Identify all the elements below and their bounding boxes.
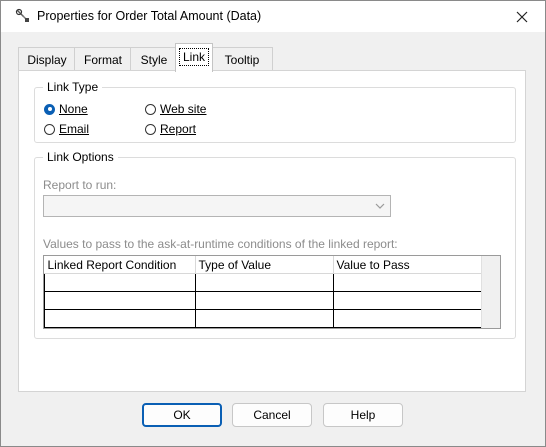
radio-none[interactable]: None bbox=[44, 102, 88, 116]
tab-label: Format bbox=[83, 53, 122, 67]
tab-label: Tooltip bbox=[224, 53, 260, 67]
tab-panel: Link Type None Web site Email Report Lin… bbox=[18, 70, 526, 392]
grid-cell[interactable] bbox=[44, 273, 196, 292]
chevron-down-icon bbox=[375, 203, 385, 209]
tab-tooltip[interactable]: Tooltip bbox=[211, 47, 273, 72]
tab-label: Link bbox=[178, 48, 209, 66]
radio-unchecked-icon bbox=[145, 123, 156, 135]
grid-cell[interactable] bbox=[44, 309, 196, 328]
close-icon bbox=[516, 11, 528, 22]
table-row[interactable] bbox=[44, 291, 483, 310]
grid-header-row: Linked Report Condition Type of Value Va… bbox=[44, 256, 483, 274]
report-to-run-combo[interactable] bbox=[43, 195, 391, 217]
tab-display[interactable]: Display bbox=[18, 47, 76, 72]
window-title: Properties for Order Total Amount (Data) bbox=[37, 9, 262, 23]
radio-label: None bbox=[59, 102, 88, 116]
radio-unchecked-icon bbox=[44, 123, 55, 135]
column-header: Linked Report Condition bbox=[44, 256, 196, 274]
grid-cell[interactable] bbox=[44, 291, 196, 310]
link-type-legend: Link Type bbox=[43, 80, 103, 94]
properties-icon bbox=[15, 8, 31, 24]
link-options-legend: Link Options bbox=[43, 150, 118, 164]
grid-cell[interactable] bbox=[332, 309, 483, 328]
conditions-grid: Linked Report Condition Type of Value Va… bbox=[43, 255, 501, 329]
grid-cell[interactable] bbox=[332, 273, 483, 292]
radio-email[interactable]: Email bbox=[44, 122, 89, 136]
report-to-run-label: Report to run: bbox=[43, 178, 117, 192]
link-type-group: Link Type None Web site Email Report bbox=[34, 80, 516, 143]
radio-report[interactable]: Report bbox=[145, 122, 196, 136]
radio-checked-icon bbox=[44, 103, 55, 115]
column-header: Value to Pass bbox=[333, 256, 483, 274]
grid-cell[interactable] bbox=[194, 273, 334, 292]
column-header: Type of Value bbox=[195, 256, 334, 274]
title-bar: Properties for Order Total Amount (Data) bbox=[1, 1, 545, 32]
table-row[interactable] bbox=[44, 273, 483, 292]
tab-label: Style bbox=[140, 53, 168, 67]
grid-cell[interactable] bbox=[194, 291, 334, 310]
ok-button[interactable]: OK bbox=[142, 403, 222, 427]
values-to-pass-label: Values to pass to the ask-at-runtime con… bbox=[43, 237, 398, 251]
table-row[interactable] bbox=[44, 309, 483, 328]
close-button[interactable] bbox=[499, 1, 545, 32]
radio-unchecked-icon bbox=[145, 103, 156, 115]
cancel-button[interactable]: Cancel bbox=[232, 403, 312, 427]
tab-style[interactable]: Style bbox=[130, 47, 178, 72]
grid-scrollbar[interactable] bbox=[481, 256, 500, 328]
radio-label: Report bbox=[160, 122, 197, 136]
grid-cell[interactable] bbox=[332, 291, 483, 310]
radio-web-site[interactable]: Web site bbox=[145, 102, 206, 116]
tab-format[interactable]: Format bbox=[74, 47, 132, 72]
radio-label: Email bbox=[59, 122, 90, 136]
properties-dialog: Properties for Order Total Amount (Data)… bbox=[0, 0, 546, 447]
grid-cell[interactable] bbox=[194, 309, 334, 328]
help-button[interactable]: Help bbox=[323, 403, 403, 427]
radio-label: Web site bbox=[160, 102, 207, 116]
tab-label: Display bbox=[27, 53, 67, 67]
tab-link[interactable]: Link bbox=[175, 43, 213, 72]
